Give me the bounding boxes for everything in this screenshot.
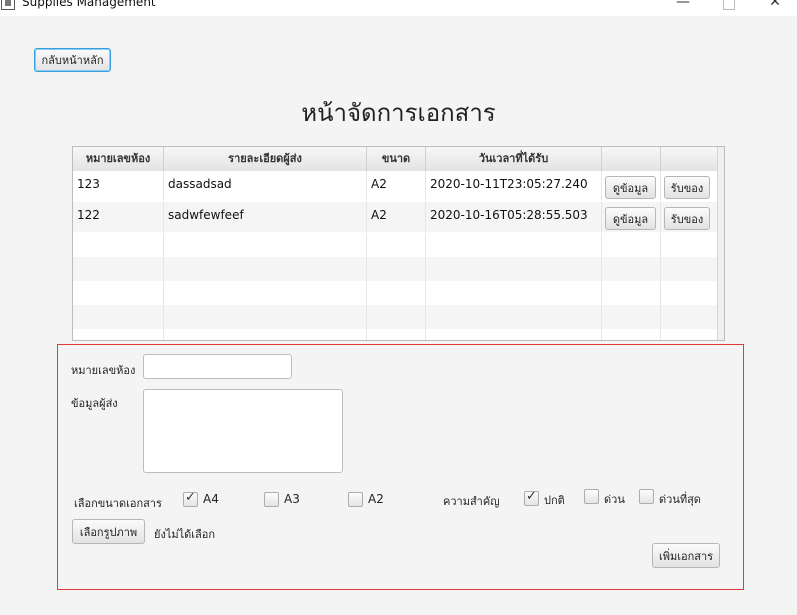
minimize-button[interactable]: — bbox=[668, 0, 698, 10]
cell-room: 122 bbox=[73, 202, 164, 232]
maximize-icon bbox=[723, 0, 735, 10]
page-title: หน้าจัดการเอกสาร bbox=[301, 99, 496, 127]
room-number-label: หมายเลขห้อง bbox=[71, 364, 136, 377]
title-bar: Supplies Management — ✕ bbox=[0, 0, 797, 16]
choose-image-button[interactable]: เลือกรูปภาพ bbox=[72, 519, 145, 544]
vertical-scrollbar[interactable] bbox=[717, 147, 724, 340]
table-row[interactable]: 123 dassadsad A2 2020-10-11T23:05:27.240… bbox=[73, 171, 724, 201]
cell-size: A2 bbox=[367, 171, 426, 201]
cell-sender-detail: sadwfewfeef bbox=[164, 202, 367, 232]
add-document-button[interactable]: เพิ่มเอกสาร bbox=[652, 543, 720, 568]
table-row[interactable]: 122 sadwfewfeef A2 2020-10-16T05:28:55.5… bbox=[73, 202, 724, 232]
size-a4-checkbox[interactable] bbox=[183, 490, 198, 507]
empty-row bbox=[73, 233, 724, 257]
receive-item-button[interactable]: รับของ bbox=[664, 176, 710, 199]
cell-size: A2 bbox=[367, 202, 426, 232]
cell-sender-detail: dassadsad bbox=[164, 171, 367, 201]
empty-row bbox=[73, 257, 724, 281]
column-header-room[interactable]: หมายเลขห้อง bbox=[73, 147, 164, 171]
empty-row bbox=[73, 329, 724, 340]
column-header-sender-detail[interactable]: รายละเอียดผู้ส่ง bbox=[164, 147, 367, 171]
size-a2-checkbox[interactable] bbox=[348, 492, 363, 507]
cell-received-time: 2020-10-16T05:28:55.503 bbox=[426, 202, 602, 232]
priority-most-urgent-checkbox[interactable] bbox=[639, 489, 654, 504]
priority-urgent-label: ด่วน bbox=[604, 493, 625, 506]
size-a4-label: A4 bbox=[203, 492, 219, 506]
documents-table[interactable]: หมายเลขห้อง รายละเอียดผู้ส่ง ขนาด วันเวล… bbox=[72, 146, 725, 341]
add-document-form: หมายเลขห้อง ข้อมูลผู้ส่ง เลือกขนาดเอกสาร… bbox=[57, 344, 744, 590]
close-button[interactable]: ✕ bbox=[760, 0, 790, 10]
cell-receive: รับของ bbox=[661, 171, 720, 201]
column-header-received-time[interactable]: วันเวลาที่ได้รับ bbox=[426, 147, 602, 171]
priority-urgent-checkbox[interactable] bbox=[584, 489, 599, 504]
maximize-button[interactable] bbox=[714, 0, 744, 14]
table-header: หมายเลขห้อง รายละเอียดผู้ส่ง ขนาด วันเวล… bbox=[73, 147, 724, 172]
cell-room: 123 bbox=[73, 171, 164, 201]
image-status-text: ยังไม่ได้เลือก bbox=[154, 528, 216, 541]
size-a2-label: A2 bbox=[368, 492, 384, 506]
view-info-button[interactable]: ดูข้อมูล bbox=[605, 176, 656, 199]
column-header-view[interactable] bbox=[602, 147, 661, 171]
empty-row bbox=[73, 305, 724, 329]
document-size-label: เลือกขนาดเอกสาร bbox=[74, 497, 162, 510]
app-icon bbox=[1, 0, 15, 10]
priority-label: ความสำคัญ bbox=[443, 495, 500, 508]
size-a3-checkbox[interactable] bbox=[264, 492, 279, 507]
priority-normal-label: ปกติ bbox=[544, 494, 565, 507]
cell-receive: รับของ bbox=[661, 202, 720, 232]
priority-normal-checkbox[interactable] bbox=[524, 489, 539, 506]
view-info-button[interactable]: ดูข้อมูล bbox=[605, 207, 656, 230]
back-to-home-button[interactable]: กลับหน้าหลัก bbox=[34, 48, 111, 72]
window-title: Supplies Management bbox=[22, 0, 156, 9]
sender-info-label: ข้อมูลผู้ส่ง bbox=[71, 397, 118, 410]
cell-view: ดูข้อมูล bbox=[602, 202, 661, 232]
receive-item-button[interactable]: รับของ bbox=[664, 207, 710, 230]
priority-most-urgent-label: ด่วนที่สุด bbox=[659, 493, 701, 506]
cell-received-time: 2020-10-11T23:05:27.240 bbox=[426, 171, 602, 201]
column-header-size[interactable]: ขนาด bbox=[367, 147, 426, 171]
cell-view: ดูข้อมูล bbox=[602, 171, 661, 201]
sender-info-textarea[interactable] bbox=[143, 389, 343, 473]
empty-row bbox=[73, 281, 724, 305]
size-a3-label: A3 bbox=[284, 492, 300, 506]
column-header-receive[interactable] bbox=[661, 147, 720, 171]
room-number-input[interactable] bbox=[143, 354, 292, 379]
